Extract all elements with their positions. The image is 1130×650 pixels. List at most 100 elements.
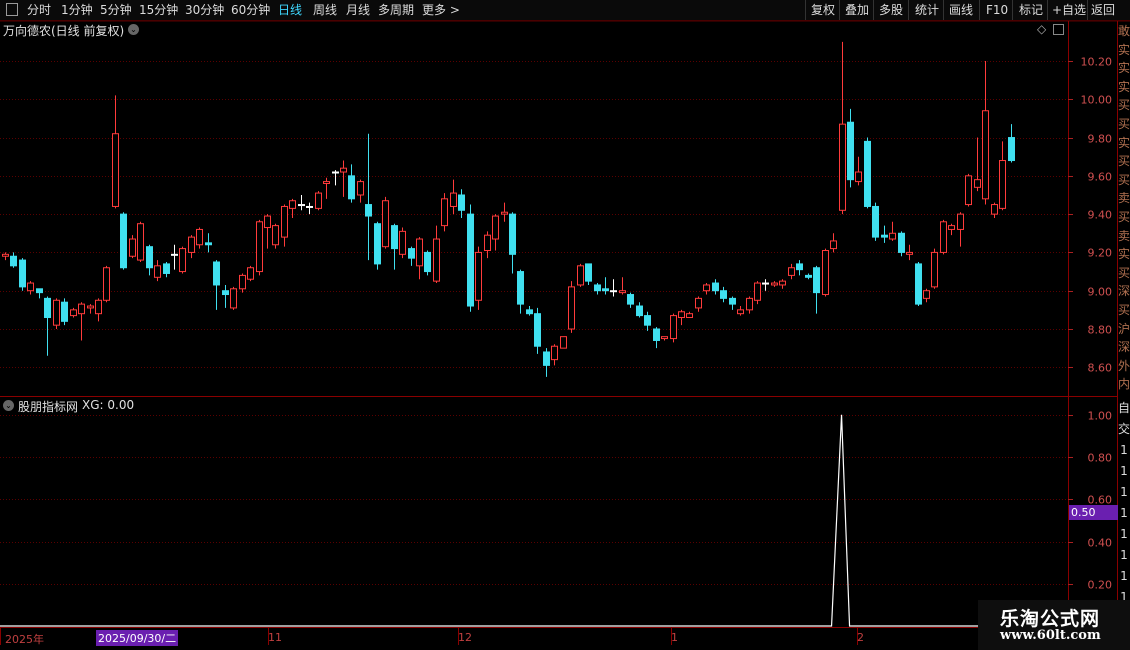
candle (855, 156, 862, 186)
quote-panel-char: 收 (1118, 394, 1130, 397)
candle-body (281, 205, 288, 238)
candle-body (762, 282, 769, 285)
candle-body (872, 205, 879, 238)
candle-body (441, 198, 448, 227)
candle-body (120, 213, 127, 269)
candle-body (805, 274, 812, 278)
candle-body (19, 259, 26, 288)
candle-body (703, 284, 710, 292)
xg-signal-line (0, 414, 1068, 627)
date-axis-month: 2 (857, 631, 864, 644)
candle-body (424, 251, 431, 273)
candle (298, 194, 305, 211)
candle-body (365, 204, 372, 217)
quote-panel-edge-lower: 自交111111111 (1118, 398, 1130, 628)
candle (560, 336, 567, 349)
candle-body (965, 175, 972, 206)
candle-body (492, 215, 499, 240)
candle (247, 265, 254, 282)
candle (112, 95, 119, 209)
candle-body (627, 294, 634, 305)
candle-body (348, 175, 355, 200)
candle-body (678, 311, 685, 319)
candle (577, 263, 584, 287)
quote-panel-char: 卖 (1118, 228, 1130, 243)
candle-body (695, 297, 702, 309)
candle (653, 327, 660, 349)
candle-body (27, 282, 34, 292)
candle-body (948, 225, 955, 230)
candle-body (391, 225, 398, 250)
candle-body (999, 160, 1006, 209)
candle-body (95, 299, 102, 315)
candle-body (509, 213, 516, 255)
candle (771, 281, 778, 287)
candle (154, 260, 161, 282)
candle-body (636, 305, 643, 317)
candle-body (534, 313, 541, 347)
candle (670, 313, 677, 343)
quote-panel-char: 1 (1120, 527, 1128, 541)
candle (78, 302, 85, 341)
candle-body (475, 251, 482, 301)
candle-body (839, 123, 846, 211)
quote-panel-char: 卖 (1118, 191, 1130, 206)
stock-chart[interactable]: 10.2010.009.809.609.409.209.008.808.601.… (0, 0, 1130, 650)
candle (315, 191, 322, 211)
candle-body (653, 328, 660, 341)
price-tick-label: 9.40 (1088, 209, 1113, 222)
candle (475, 246, 482, 310)
candle-body (188, 236, 195, 253)
candle-body (450, 192, 457, 207)
candle (568, 281, 575, 333)
quote-panel-char: 买 (1118, 154, 1130, 169)
candle-body (306, 205, 313, 208)
candle (340, 160, 347, 197)
candle-body (957, 213, 964, 230)
candle (940, 219, 947, 255)
candle (636, 302, 643, 318)
quote-panel-char: 敢 (1118, 24, 1130, 38)
candle (433, 225, 440, 284)
quote-panel-edge: 敢实实实买买实买买卖买卖实买深买沪深外内收 (1118, 22, 1130, 396)
candle (188, 235, 195, 259)
candle (534, 307, 541, 354)
candle-body (340, 167, 347, 173)
candle-body (247, 267, 254, 280)
candle-body (847, 121, 854, 181)
candle (543, 348, 550, 377)
candle (61, 298, 68, 326)
candle (272, 223, 279, 249)
candle-body (796, 263, 803, 271)
candle (222, 284, 229, 308)
candle (484, 231, 491, 259)
candle-body (408, 248, 415, 259)
candle-body (906, 251, 913, 255)
candle-body (737, 309, 744, 315)
candle-body (712, 282, 719, 292)
candle (923, 288, 930, 303)
date-axis-cursor: 2025/09/30/二 (96, 630, 179, 646)
candle (348, 164, 355, 203)
candle-body (915, 263, 922, 305)
candle (441, 193, 448, 232)
candle (720, 286, 727, 303)
candle-body (1008, 137, 1015, 162)
candle (408, 246, 415, 266)
candle-body (830, 240, 837, 250)
candle-body (222, 290, 229, 296)
candle (754, 281, 761, 305)
candle (889, 221, 896, 241)
candle-body (272, 225, 279, 246)
date-axis-year: 2025年 (5, 633, 44, 646)
quote-panel-char: 深 (1118, 284, 1130, 299)
candle-body (644, 315, 651, 326)
candle (492, 214, 499, 251)
candle (948, 223, 955, 236)
candle (796, 260, 803, 276)
candle-body (568, 286, 575, 330)
candle (44, 296, 51, 356)
candle (306, 202, 313, 215)
candle (1008, 124, 1015, 163)
price-tick-label: 10.20 (1081, 56, 1113, 69)
